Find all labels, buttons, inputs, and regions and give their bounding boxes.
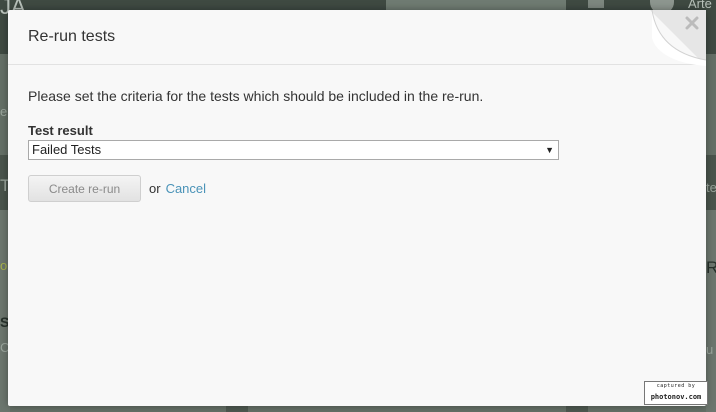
background-text-fragment: u [706, 342, 714, 357]
capture-watermark: captured by photonov.com [644, 381, 708, 405]
dialog-actions: Create re-run or Cancel [28, 175, 206, 202]
dialog-header: Re-run tests [8, 10, 706, 65]
background-text-fragment: te [706, 180, 716, 195]
background-pin-icon [588, 0, 604, 8]
background-text-fragment: e [0, 104, 8, 119]
test-result-select[interactable]: Failed Tests ▼ [28, 140, 559, 160]
dialog-title: Re-run tests [28, 28, 116, 45]
watermark-caption: captured by [656, 383, 696, 389]
or-separator: or [149, 181, 161, 196]
watermark-site: photonov.com [650, 393, 702, 401]
background-text-fragment: o [0, 258, 8, 273]
rerun-tests-dialog: Re-run tests Please set the criteria for… [8, 10, 706, 406]
test-result-selected-value: Failed Tests [32, 142, 102, 157]
create-rerun-button[interactable]: Create re-run [28, 175, 141, 202]
cancel-link[interactable]: Cancel [166, 181, 206, 196]
background-text-fragment: Re [706, 258, 716, 277]
dropdown-arrow-icon: ▼ [545, 145, 554, 155]
dialog-intro-text: Please set the criteria for the tests wh… [28, 88, 484, 104]
close-icon[interactable] [684, 15, 700, 31]
test-result-label: Test result [28, 123, 93, 138]
dialog-body: Please set the criteria for the tests wh… [28, 88, 688, 202]
